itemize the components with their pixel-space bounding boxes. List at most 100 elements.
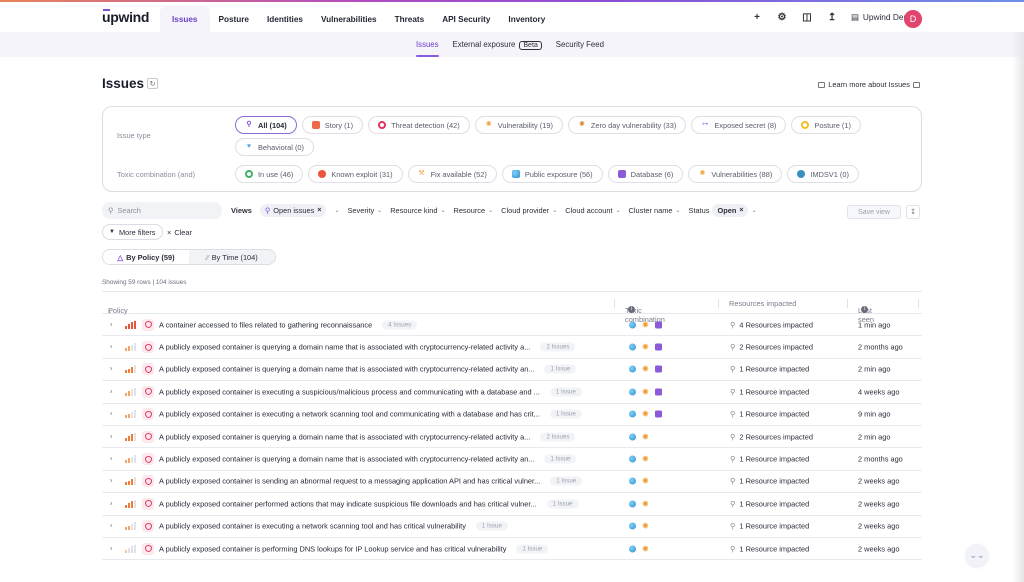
resource-kind-dropdown[interactable]: Resource kind ⌄ bbox=[390, 206, 445, 215]
nav-issues[interactable]: Issues bbox=[160, 6, 210, 32]
avatar[interactable]: D bbox=[904, 10, 922, 28]
policy-name[interactable]: A publicly exposed container performed a… bbox=[159, 499, 537, 508]
subnav-external-exposure[interactable]: External exposure Beta bbox=[453, 40, 542, 50]
table-row[interactable]: › A publicly exposed container is perfor… bbox=[102, 538, 922, 561]
gear-icon[interactable]: ⚙ bbox=[776, 11, 788, 23]
close-icon[interactable]: × bbox=[317, 207, 321, 214]
column-divider[interactable] bbox=[718, 299, 719, 308]
expand-chevron-icon[interactable]: › bbox=[110, 478, 112, 485]
table-row[interactable]: › A publicly exposed container is queryi… bbox=[102, 426, 922, 449]
cloud-provider-dropdown[interactable]: Cloud provider ⌄ bbox=[501, 206, 557, 215]
expand-chevron-icon[interactable]: › bbox=[110, 366, 112, 373]
resources-impacted[interactable]: ⚲ 1 Resource impacted bbox=[730, 455, 809, 464]
resources-impacted[interactable]: ⚲ 1 Resource impacted bbox=[730, 365, 809, 374]
policy-name[interactable]: A publicly exposed container is querying… bbox=[159, 455, 534, 464]
status-filter[interactable]: Status Open × ⌄ bbox=[689, 204, 757, 217]
search-field[interactable]: ⚲ bbox=[102, 202, 222, 219]
policy-name[interactable]: A publicly exposed container is querying… bbox=[159, 365, 534, 374]
chip-exposed-secret[interactable]: ↦ Exposed secret (8) bbox=[691, 116, 787, 134]
close-icon[interactable]: × bbox=[739, 207, 743, 214]
expand-chevron-icon[interactable]: › bbox=[110, 433, 112, 440]
chip-behavioral[interactable]: ♥ Behavioral (0) bbox=[235, 138, 315, 156]
column-divider[interactable] bbox=[614, 299, 615, 308]
chip-database[interactable]: Database (6) bbox=[607, 165, 684, 183]
expand-chevron-icon[interactable]: › bbox=[110, 388, 112, 395]
chip-vulnerabilities[interactable]: ✺ Vulnerabilities (88) bbox=[688, 165, 783, 183]
chip-in-use[interactable]: In use (46) bbox=[235, 165, 304, 183]
save-view-button[interactable]: Save view bbox=[847, 205, 901, 219]
views-dropdown-chevron[interactable]: ⌄ bbox=[334, 207, 339, 214]
policy-name[interactable]: A container accessed to files related to… bbox=[159, 320, 372, 329]
policy-name[interactable]: A publicly exposed container is sending … bbox=[159, 477, 540, 486]
chip-public-exposure[interactable]: Public exposure (56) bbox=[501, 165, 603, 183]
policy-name[interactable]: A publicly exposed container is executin… bbox=[159, 387, 540, 396]
policy-name[interactable]: A publicly exposed container is executin… bbox=[159, 522, 466, 531]
book-icon[interactable]: ◫ bbox=[801, 11, 813, 23]
plus-icon[interactable]: + bbox=[751, 11, 763, 23]
resources-impacted[interactable]: ⚲ 1 Resource impacted bbox=[730, 522, 809, 531]
severity-dropdown[interactable]: Severity ⌄ bbox=[347, 206, 382, 215]
scroll-down-button[interactable]: ⌄⌄ bbox=[966, 544, 988, 566]
table-row[interactable]: › A publicly exposed container performed… bbox=[102, 493, 922, 516]
column-divider[interactable] bbox=[918, 299, 919, 308]
download-button[interactable]: ↧ bbox=[906, 205, 920, 219]
table-row[interactable]: › A publicly exposed container is queryi… bbox=[102, 448, 922, 471]
table-row[interactable]: › A publicly exposed container is execut… bbox=[102, 516, 922, 538]
column-divider[interactable] bbox=[847, 299, 848, 308]
chip-story[interactable]: Story (1) bbox=[301, 116, 364, 134]
by-policy-tab[interactable]: △ By Policy (59) bbox=[103, 250, 189, 264]
expand-chevron-icon[interactable]: › bbox=[110, 500, 112, 507]
chip-zero-day[interactable]: ✺ Zero day vulnerability (33) bbox=[567, 116, 687, 134]
more-filters-button[interactable]: ▼ More filters bbox=[102, 224, 163, 240]
chip-threat-detection[interactable]: Threat detection (42) bbox=[368, 116, 470, 134]
expand-chevron-icon[interactable]: › bbox=[110, 545, 112, 552]
policy-name[interactable]: A publicly exposed container is querying… bbox=[159, 343, 530, 352]
nav-threats[interactable]: Threats bbox=[386, 6, 434, 32]
status-tag[interactable]: Open × bbox=[712, 204, 749, 217]
policy-name[interactable]: A publicly exposed container is performi… bbox=[159, 544, 506, 553]
expand-chevron-icon[interactable]: › bbox=[110, 411, 112, 418]
cluster-name-dropdown[interactable]: Cluster name ⌄ bbox=[629, 206, 681, 215]
policy-name[interactable]: A publicly exposed container is querying… bbox=[159, 432, 530, 441]
search-input[interactable] bbox=[117, 206, 213, 215]
table-row[interactable]: › A publicly exposed container is queryi… bbox=[102, 336, 922, 359]
policy-name[interactable]: A publicly exposed container is executin… bbox=[159, 410, 540, 419]
nav-identities[interactable]: Identities bbox=[258, 6, 312, 32]
table-row[interactable]: › A publicly exposed container is sendin… bbox=[102, 471, 922, 494]
resources-impacted[interactable]: ⚲ 2 Resources impacted bbox=[730, 432, 813, 441]
by-time-tab[interactable]: ⁄⁄ By Time (104) bbox=[189, 250, 275, 264]
cloud-account-dropdown[interactable]: Cloud account ⌄ bbox=[565, 206, 620, 215]
expand-chevron-icon[interactable]: › bbox=[110, 523, 112, 530]
chip-fix-available[interactable]: ⚒ Fix available (52) bbox=[407, 165, 497, 183]
clear-button[interactable]: × Clear bbox=[167, 228, 192, 237]
nav-api-security[interactable]: API Security bbox=[433, 6, 499, 32]
table-row[interactable]: › A publicly exposed container is execut… bbox=[102, 381, 922, 404]
learn-more-link[interactable]: Learn more about Issues bbox=[818, 80, 920, 89]
chip-posture[interactable]: Posture (1) bbox=[791, 116, 861, 134]
expand-chevron-icon[interactable]: › bbox=[110, 344, 112, 351]
nav-vulnerabilities[interactable]: Vulnerabilities bbox=[312, 6, 386, 32]
refresh-icon[interactable]: ↻ bbox=[147, 78, 158, 89]
subnav-security-feed[interactable]: Security Feed bbox=[556, 40, 604, 49]
resources-impacted[interactable]: ⚲ 2 Resources impacted bbox=[730, 343, 813, 352]
table-row[interactable]: › A container accessed to files related … bbox=[102, 314, 922, 337]
nav-posture[interactable]: Posture bbox=[210, 6, 258, 32]
resource-dropdown[interactable]: Resource ⌄ bbox=[453, 206, 493, 215]
upwind-logo[interactable]: upwind bbox=[102, 9, 149, 25]
resources-impacted[interactable]: ⚲ 1 Resource impacted bbox=[730, 544, 809, 553]
column-resources[interactable]: Resources impacted bbox=[729, 299, 796, 308]
resources-impacted[interactable]: ⚲ 1 Resource impacted bbox=[730, 410, 809, 419]
chip-all[interactable]: ⚲ All (104) bbox=[235, 116, 297, 134]
view-tag[interactable]: ⚲ Open issues × bbox=[259, 204, 327, 217]
resources-impacted[interactable]: ⚲ 1 Resource impacted bbox=[730, 499, 809, 508]
table-row[interactable]: › A publicly exposed container is queryi… bbox=[102, 359, 922, 382]
resources-impacted[interactable]: ⚲ 1 Resource impacted bbox=[730, 387, 809, 396]
expand-chevron-icon[interactable]: › bbox=[110, 321, 112, 328]
resources-impacted[interactable]: ⚲ 4 Resources impacted bbox=[730, 320, 813, 329]
subnav-issues[interactable]: Issues bbox=[416, 40, 439, 57]
chip-known-exploit[interactable]: Known exploit (31) bbox=[308, 165, 403, 183]
upload-icon[interactable]: ↥ bbox=[826, 11, 838, 23]
nav-inventory[interactable]: Inventory bbox=[499, 6, 554, 32]
chip-imdsv1[interactable]: IMDSV1 (0) bbox=[787, 165, 859, 183]
resources-impacted[interactable]: ⚲ 1 Resource impacted bbox=[730, 477, 809, 486]
